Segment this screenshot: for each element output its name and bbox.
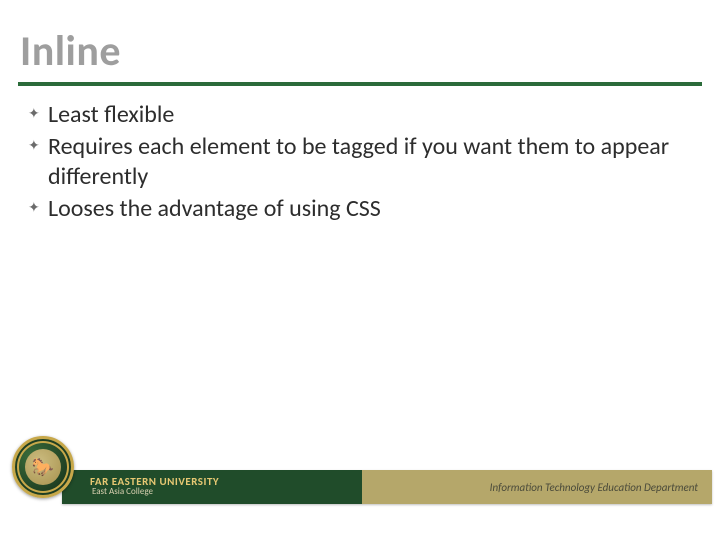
footer-left-panel: FAR EASTERN UNIVERSITY East Asia College: [62, 470, 362, 504]
department-name: Information Technology Education Departm…: [490, 481, 698, 494]
bullet-text: Looses the advantage of using CSS: [48, 194, 680, 224]
slide: Inline ✦ Least flexible ✦ Requires each …: [0, 0, 720, 540]
list-item: ✦ Least flexible: [28, 100, 680, 130]
bullet-list: ✦ Least flexible ✦ Requires each element…: [28, 100, 680, 226]
footer-right-panel: Information Technology Education Departm…: [362, 470, 712, 504]
title-underline: [18, 82, 702, 86]
university-seal-icon: 🐎: [12, 436, 74, 498]
seal-inner-icon: 🐎: [25, 449, 61, 485]
slide-title: Inline: [20, 26, 121, 77]
college-name: East Asia College: [90, 487, 362, 498]
list-item: ✦ Looses the advantage of using CSS: [28, 194, 680, 224]
footer: FAR EASTERN UNIVERSITY East Asia College…: [0, 460, 720, 514]
bullet-marker-icon: ✦: [28, 194, 44, 222]
bullet-text: Least flexible: [48, 100, 680, 130]
footer-bar: FAR EASTERN UNIVERSITY East Asia College…: [62, 470, 712, 504]
bullet-text: Requires each element to be tagged if yo…: [48, 132, 680, 192]
bullet-marker-icon: ✦: [28, 132, 44, 160]
list-item: ✦ Requires each element to be tagged if …: [28, 132, 680, 192]
bullet-marker-icon: ✦: [28, 100, 44, 128]
